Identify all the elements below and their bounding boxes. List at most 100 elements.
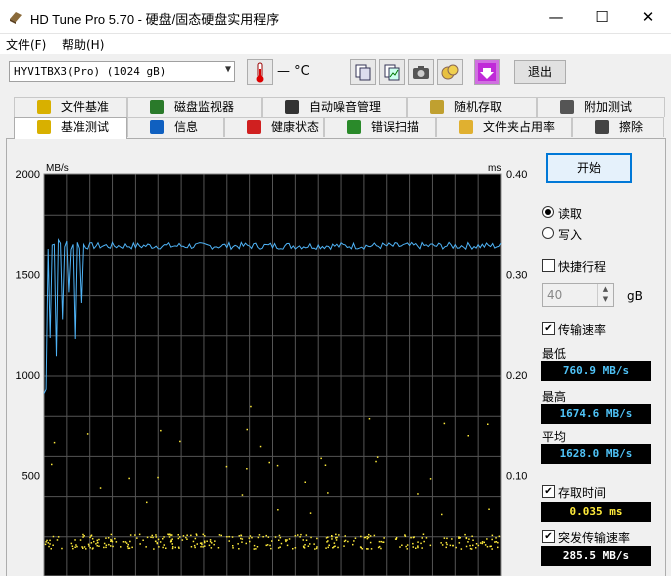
access-time-point bbox=[194, 537, 197, 540]
access-time-point bbox=[376, 456, 379, 458]
exit-button[interactable]: 退出 bbox=[514, 60, 566, 84]
quick-stroke-checkbox[interactable] bbox=[542, 259, 555, 272]
access-time-point bbox=[204, 545, 206, 547]
access-time-point bbox=[331, 538, 333, 540]
write-radio[interactable] bbox=[542, 227, 554, 239]
access-time-point bbox=[449, 544, 452, 547]
transfer-rate-checkbox[interactable]: ✔ bbox=[542, 322, 555, 335]
tab-tabs-row2-1[interactable]: 信息 bbox=[127, 117, 224, 137]
quick-stroke-input[interactable]: 40 ▲ ▼ bbox=[542, 283, 614, 307]
y-left-tick: 1500 bbox=[16, 270, 40, 282]
access-time-label: 存取时间 bbox=[558, 486, 607, 500]
copy-info-button[interactable] bbox=[350, 59, 376, 85]
tab-tabs-row2-2[interactable]: 健康状态 bbox=[224, 117, 324, 137]
access-time-point bbox=[163, 536, 165, 538]
access-time-point bbox=[146, 501, 148, 504]
access-time-point bbox=[383, 537, 385, 539]
access-time-point bbox=[145, 546, 147, 548]
tab-tabs-row1-4[interactable]: 附加测试 bbox=[537, 97, 665, 117]
access-time-point bbox=[95, 543, 97, 545]
tab-tabs-row1-2[interactable]: 自动噪音管理 bbox=[262, 97, 407, 117]
y-right-tick: 0.30 bbox=[506, 270, 527, 282]
access-time-point bbox=[129, 534, 132, 536]
tab-tabs-row2-5[interactable]: 擦除 bbox=[572, 117, 664, 137]
access-time-point bbox=[162, 538, 164, 540]
access-time-point bbox=[471, 535, 473, 537]
y-left-tick: 1000 bbox=[16, 370, 40, 382]
tab-tabs-row1-1[interactable]: 磁盘监视器 bbox=[127, 97, 262, 117]
access-time-point bbox=[195, 533, 198, 535]
access-time-point bbox=[343, 545, 345, 547]
menu-help[interactable]: 帮助(H) bbox=[62, 36, 104, 53]
access-time-point bbox=[486, 546, 489, 548]
access-time-point bbox=[74, 546, 76, 548]
access-time-point bbox=[170, 540, 173, 542]
access-time-point bbox=[48, 545, 50, 548]
drive-select[interactable]: HYV1TBX3(Pro) (1024 gB) ▼ bbox=[9, 61, 235, 82]
access-time-point bbox=[472, 544, 474, 547]
access-time-point bbox=[314, 548, 316, 550]
options-button[interactable] bbox=[437, 59, 463, 85]
access-time-point bbox=[313, 543, 315, 545]
access-time-point bbox=[131, 546, 133, 549]
tab-tabs-row1-3[interactable]: 随机存取 bbox=[407, 97, 537, 117]
access-time-point bbox=[89, 536, 91, 539]
save-button[interactable] bbox=[474, 59, 500, 85]
tab-tabs-row1-0[interactable]: 文件基准 bbox=[14, 97, 127, 117]
temperature-button[interactable] bbox=[247, 59, 273, 85]
access-time-point bbox=[99, 487, 102, 489]
access-time-point bbox=[110, 545, 112, 547]
access-time-point bbox=[280, 542, 283, 545]
access-time-point bbox=[115, 541, 118, 543]
access-time-point bbox=[56, 539, 59, 541]
spin-arrows-icon[interactable]: ▲ ▼ bbox=[597, 284, 613, 306]
close-button[interactable]: ✕ bbox=[625, 0, 671, 34]
access-time-point bbox=[422, 533, 425, 535]
tab-tabs-row2-0[interactable]: 基准测试 bbox=[14, 117, 127, 139]
tab-icon bbox=[37, 120, 51, 134]
access-time-point bbox=[305, 539, 308, 541]
access-time-point bbox=[190, 546, 193, 548]
tab-tabs-row2-3[interactable]: 错误扫描 bbox=[324, 117, 436, 137]
access-time-point bbox=[257, 536, 260, 539]
access-time-point bbox=[162, 546, 164, 549]
y-left-tick: 2000 bbox=[16, 169, 40, 181]
tab-icon bbox=[560, 100, 574, 114]
access-time-point bbox=[81, 546, 83, 548]
access-time-point bbox=[52, 535, 55, 538]
max-label: 最高 bbox=[542, 390, 567, 404]
access-time-point bbox=[335, 537, 337, 539]
start-button[interactable]: 开始 bbox=[546, 153, 632, 183]
access-time-point bbox=[232, 545, 234, 547]
access-time-point bbox=[452, 544, 454, 547]
access-time-point bbox=[96, 541, 99, 544]
access-time-point bbox=[91, 538, 94, 540]
access-time-point bbox=[87, 543, 90, 546]
access-time-point bbox=[167, 533, 169, 535]
access-time-point bbox=[286, 544, 289, 547]
tab-tabs-row2-4[interactable]: 文件夹占用率 bbox=[436, 117, 572, 137]
copy-graph-button[interactable] bbox=[379, 59, 405, 85]
burst-rate-checkbox[interactable]: ✔ bbox=[542, 530, 555, 543]
access-time-point bbox=[458, 542, 461, 544]
access-time-point bbox=[269, 544, 271, 547]
access-time-point bbox=[274, 536, 277, 538]
access-time-point bbox=[71, 545, 74, 547]
quick-stroke-value: 40 bbox=[547, 288, 563, 302]
access-time-point bbox=[497, 546, 499, 549]
screenshot-button[interactable] bbox=[408, 59, 434, 85]
access-time-point bbox=[193, 544, 196, 547]
access-time-point bbox=[126, 545, 129, 548]
access-time-point bbox=[488, 508, 490, 510]
access-time-point bbox=[477, 544, 480, 547]
access-time-checkbox[interactable]: ✔ bbox=[542, 485, 555, 498]
menu-file[interactable]: 文件(F) bbox=[6, 36, 46, 53]
maximize-button[interactable]: ☐ bbox=[579, 0, 625, 34]
access-time-point bbox=[417, 546, 419, 549]
access-time-point bbox=[335, 533, 337, 536]
minimize-button[interactable]: — bbox=[533, 0, 579, 34]
y-left-unit-label: MB/s bbox=[46, 163, 69, 174]
access-time-point bbox=[88, 545, 90, 547]
read-radio[interactable] bbox=[542, 206, 554, 218]
access-time-point bbox=[353, 540, 355, 542]
